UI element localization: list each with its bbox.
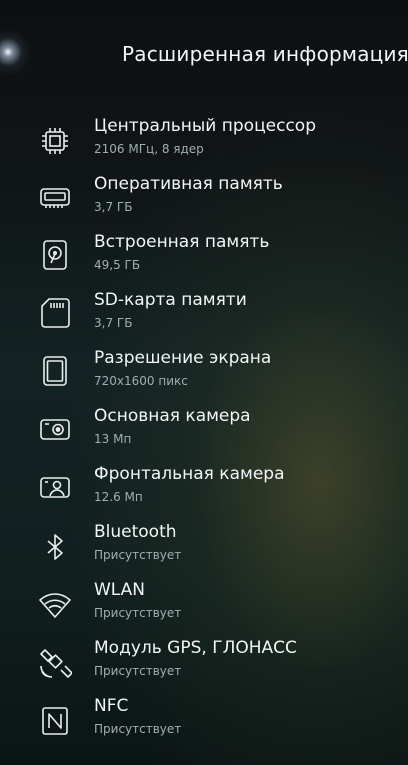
item-value: 720x1600 пикс: [94, 374, 188, 388]
nfc-icon: [38, 704, 72, 738]
item-label: SD-карта памяти: [94, 290, 247, 310]
satellite-icon: [38, 646, 72, 680]
bluetooth-icon: [38, 530, 72, 564]
wifi-icon: [38, 588, 72, 622]
item-value: 49,5 ГБ: [94, 258, 141, 272]
item-value: 3,7 ГБ: [94, 200, 133, 214]
item-label: WLAN: [94, 580, 146, 600]
list-item-cpu[interactable]: Центральный процессор 2106 МГц, 8 ядер: [0, 116, 408, 174]
item-label: Разрешение экрана: [94, 348, 272, 368]
screen-icon: [38, 354, 72, 388]
header: Расширенная информация: [0, 0, 408, 110]
item-label: Bluetooth: [94, 522, 177, 542]
item-label: Фронтальная камера: [94, 464, 285, 484]
item-value: 12.6 Мп: [94, 490, 143, 504]
camera-icon: [38, 412, 72, 446]
item-label: Центральный процессор: [94, 116, 316, 136]
list-item-nfc[interactable]: NFC Присутствует: [0, 696, 408, 754]
list-item-gps[interactable]: Модуль GPS, ГЛОНАСС Присутствует: [0, 638, 408, 696]
list-item-storage[interactable]: Встроенная память 49,5 ГБ: [0, 232, 408, 290]
item-value: Присутствует: [94, 606, 182, 620]
item-value: Присутствует: [94, 722, 182, 736]
item-value: 3,7 ГБ: [94, 316, 133, 330]
sd-card-icon: [38, 296, 72, 330]
item-value: Присутствует: [94, 664, 182, 678]
item-label: Встроенная память: [94, 232, 270, 252]
item-value: 13 Мп: [94, 432, 132, 446]
item-value: 2106 МГц, 8 ядер: [94, 142, 204, 156]
list-item-main-camera[interactable]: Основная камера 13 Мп: [0, 406, 408, 464]
list-item-wlan[interactable]: WLAN Присутствует: [0, 580, 408, 638]
list-item-front-camera[interactable]: Фронтальная камера 12.6 Мп: [0, 464, 408, 522]
list-item-ram[interactable]: Оперативная память 3,7 ГБ: [0, 174, 408, 232]
item-label: Основная камера: [94, 406, 251, 426]
item-label: Модуль GPS, ГЛОНАСС: [94, 638, 297, 658]
item-label: Оперативная память: [94, 174, 283, 194]
page-title: Расширенная информация: [122, 42, 408, 66]
list-item-screen[interactable]: Разрешение экрана 720x1600 пикс: [0, 348, 408, 406]
item-value: Присутствует: [94, 548, 182, 562]
list-item-bluetooth[interactable]: Bluetooth Присутствует: [0, 522, 408, 580]
cpu-icon: [38, 124, 72, 158]
item-label: NFC: [94, 696, 129, 716]
storage-icon: [38, 238, 72, 272]
ram-icon: [38, 180, 72, 214]
list-item-sd-card[interactable]: SD-карта памяти 3,7 ГБ: [0, 290, 408, 348]
front-camera-icon: [38, 470, 72, 504]
